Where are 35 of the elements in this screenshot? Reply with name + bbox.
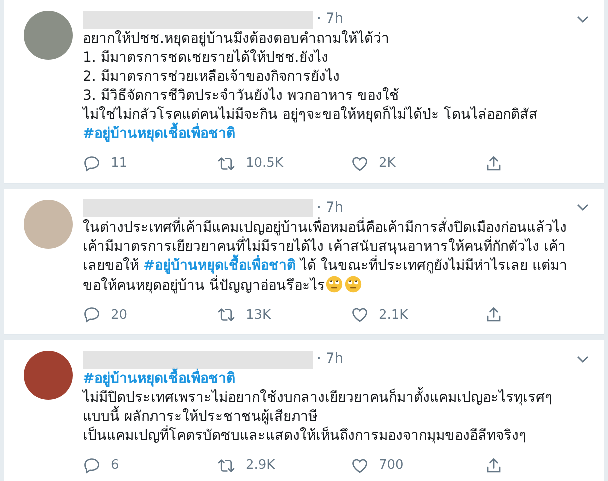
- speech-bubble-icon[interactable]: [83, 154, 101, 173]
- share-icon[interactable]: [485, 456, 503, 475]
- heart-icon[interactable]: [351, 456, 369, 475]
- eye-roll-face-icon: [345, 276, 362, 292]
- retweet-count: 13K: [246, 306, 272, 324]
- tweet-text: อยากให้ปชช.หยุดอยู่บ้านมึงต้องตอบคำถามให้ได้ว่า 1. มีมาตรการชดเชยรายได้ให้ปชช.ยังไง 2. มีมาตรการช่วยเหลือเจ้าของกิจการยังไง 3. มีวิธีจัดการชีวิตประจำวันยังไง พวกอาหาร ของใช้ ไม่ใช่ไม่กลัวโรคแต่คนไม่มีจะกิน อยู่ๆจะขอให้หยุดก็ไม่ได้ป่ะ โดนไล่ออกติสัส #อยู่บ้านหยุดเชื้อเพื่อชาติ: [83, 30, 539, 144]
- share-icon[interactable]: [485, 306, 503, 324]
- retweet-icon[interactable]: [217, 306, 236, 324]
- reply-count: 20: [111, 306, 128, 324]
- retweet-count: 2.9K: [246, 457, 276, 475]
- caret-icon[interactable]: [576, 14, 590, 24]
- eye-roll-face-icon: [326, 276, 344, 292]
- speech-bubble-icon[interactable]: [83, 456, 101, 475]
- caret-icon[interactable]: [576, 203, 590, 213]
- heart-icon[interactable]: [351, 154, 369, 173]
- like-count: 700: [379, 457, 404, 475]
- reply-count: 11: [111, 155, 128, 173]
- like-count: 2.1K: [379, 306, 408, 324]
- speech-bubble-icon[interactable]: [83, 306, 101, 324]
- retweet-icon[interactable]: [217, 154, 236, 173]
- heart-icon[interactable]: [351, 306, 369, 324]
- tweet-text: #อยู่บ้านหยุดเชื้อเพื่อชาติ ไม่มีปิดประเทศเพราะไม่อยากใช้งบกลางเยียวยาคนก็มาตั้งแคมเปญอะไรทุเรศๆแบบนี้ ผลักภาระให้ประชาชนผู้เสียภาษี เป็นแคมเปญที่โคตรบัดซบและแสดงให้เห็นถึงการมองจากมุมของอีลีทจริงๆ: [83, 370, 578, 446]
- avatar-placeholder: [24, 351, 73, 400]
- caret-icon[interactable]: [576, 354, 590, 364]
- retweet-icon[interactable]: [217, 456, 236, 475]
- reply-count: 6: [111, 457, 120, 475]
- tweet-time: · 7h: [317, 198, 344, 218]
- retweet-count: 10.5K: [246, 155, 284, 173]
- tweet-time: · 7h: [317, 10, 344, 29]
- avatar-placeholder: [24, 200, 73, 248]
- like-count: 2K: [379, 155, 396, 173]
- tweet-text: ในต่างประเทศที่เค้ามีแคมเปญอยู่บ้านเพื่อหมอนี่คือเค้ามีการสั่งปิดเมืองก่อนแล้วไง เค้ามีมาตรการเยียวยาคนที่ไม่มีรายได้ไง เค้าสนับสนุนอาหารให้คนที่กักตัวไง เค้าเลยขอให้ #อยู่บ้านหยุดเชื้อเพื่อชาติ ได้ ในขณะที่ประเทศกูยังไม่มีห่าไรเลย แต่มาขอให้คนหยุดอยู่บ้าน นี่ปัญญาอ่อนรึอะไร: [83, 218, 569, 296]
- share-icon[interactable]: [485, 154, 503, 173]
- tweet-time: · 7h: [317, 350, 344, 369]
- avatar-placeholder: [24, 11, 73, 60]
